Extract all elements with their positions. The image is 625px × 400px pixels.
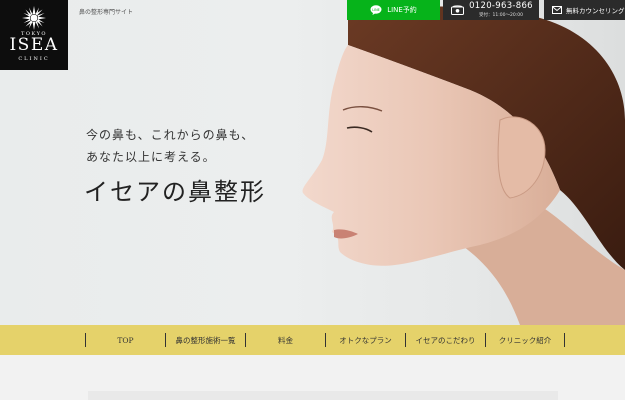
nav-item-procedures[interactable]: 鼻の整形施術一覧 <box>165 333 245 347</box>
free-counseling-button[interactable]: 無料カウンセリング <box>544 0 625 20</box>
nav-item-top[interactable]: TOP <box>85 333 165 347</box>
site-description: 鼻の整形専門サイト <box>79 9 134 16</box>
counseling-button-label: 無料カウンセリング <box>566 7 625 15</box>
isea-clinic-logo[interactable]: TOKYO ISEA CLINIC <box>0 0 68 70</box>
logo-isea-text: ISEA <box>9 35 59 55</box>
line-reservation-button[interactable]: LINE LINE予約 <box>347 0 440 20</box>
logo-clinic-text: CLINIC <box>18 56 50 62</box>
flower-logo-icon <box>22 6 46 30</box>
main-navigation: TOP 鼻の整形施術一覧 料金 オトクなプラン イセアのこだわり クリニック紹介 <box>0 325 625 355</box>
line-button-label: LINE予約 <box>387 6 417 14</box>
svg-text:LINE: LINE <box>372 8 380 12</box>
phone-icon <box>451 5 464 15</box>
hero-title: イセアの鼻整形 <box>84 178 266 206</box>
mail-icon <box>552 6 562 14</box>
nav-item-commitment[interactable]: イセアのこだわり <box>405 333 485 347</box>
phone-hours: 受付：11:00〜20:00 <box>479 13 523 18</box>
hero-copy-line-2: あなた以上に考える。 <box>86 150 216 164</box>
phone-number: 0120-963-866 <box>469 1 533 11</box>
phone-button[interactable]: 0120-963-866 受付：11:00〜20:00 <box>443 0 539 20</box>
nav-item-pricing[interactable]: 料金 <box>245 333 325 347</box>
content-area-top <box>88 391 558 400</box>
hero-copy-line-1: 今の鼻も、これからの鼻も、 <box>86 128 255 142</box>
nav-item-plans[interactable]: オトクなプラン <box>325 333 405 347</box>
line-icon: LINE <box>370 5 382 15</box>
nav-item-clinic-info[interactable]: クリニック紹介 <box>485 333 565 347</box>
